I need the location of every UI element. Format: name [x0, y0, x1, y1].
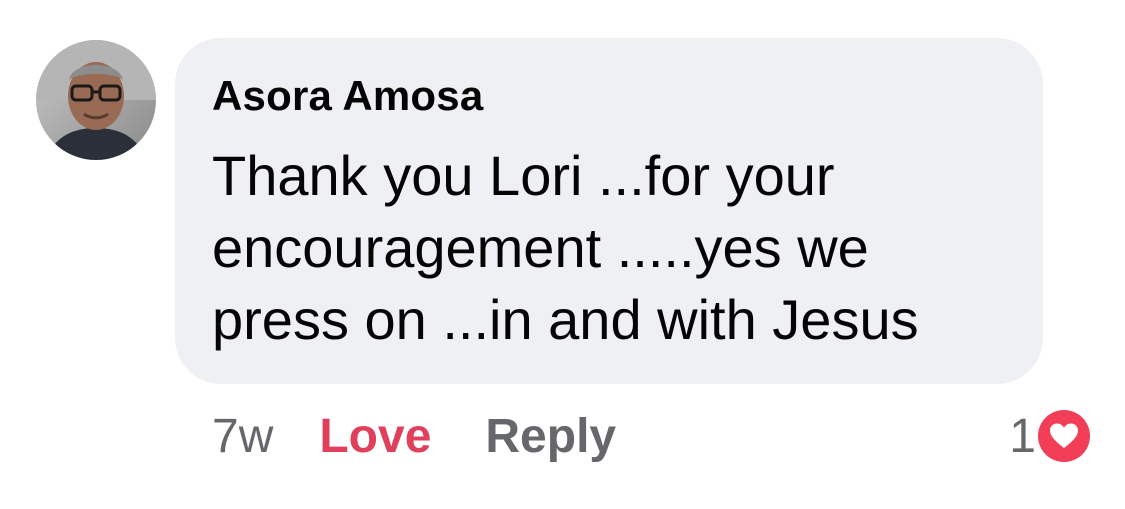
love-button[interactable]: Love: [319, 409, 431, 464]
comment-text: Thank you Lori ...for your encouragement…: [212, 144, 919, 351]
heart-icon: [1038, 410, 1090, 462]
comment-author[interactable]: Asora Amosa: [212, 72, 483, 120]
comment-timestamp[interactable]: 7w: [212, 409, 273, 464]
reply-button[interactable]: Reply: [485, 409, 616, 464]
reaction-count: 1: [1009, 409, 1036, 463]
avatar[interactable]: [36, 40, 156, 160]
reaction-summary[interactable]: 1: [1009, 404, 1090, 468]
comment-actions: 7w Love Reply: [212, 404, 616, 468]
